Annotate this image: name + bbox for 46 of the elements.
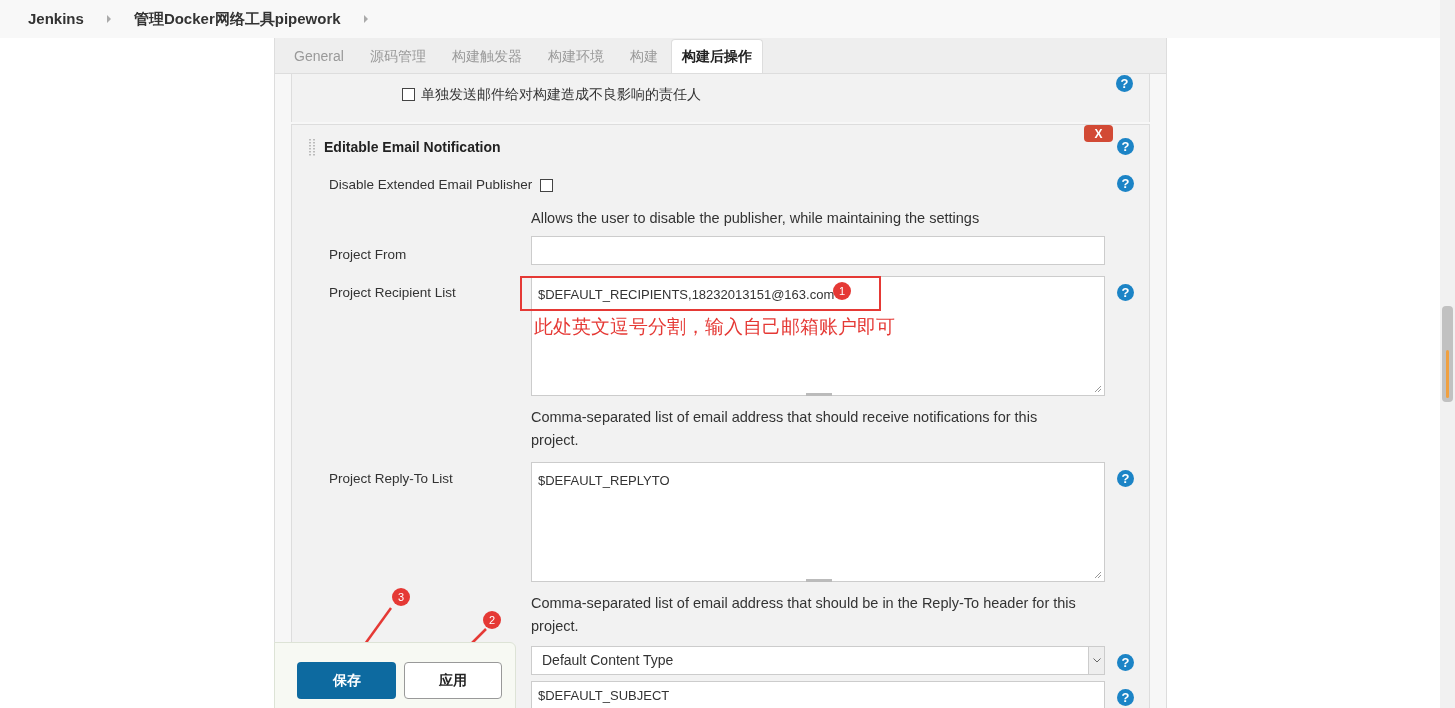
- caret-icon[interactable]: [1088, 647, 1104, 674]
- checkbox[interactable]: [402, 88, 415, 101]
- tab[interactable]: 构建环境: [534, 39, 617, 73]
- help-icon[interactable]: ?: [1116, 75, 1133, 92]
- drag-bar-icon[interactable]: [806, 579, 832, 582]
- field-label: Disable Extended Email Publisher: [329, 176, 533, 194]
- help-icon[interactable]: ?: [1117, 284, 1134, 301]
- text-area[interactable]: $DEFAULT_REPLYTO: [531, 462, 1105, 582]
- field-label: Project Recipient List: [329, 285, 456, 300]
- dropdown-value: Default Content Type: [542, 651, 674, 670]
- scrollbar-thumb[interactable]: [1442, 306, 1453, 402]
- checkbox[interactable]: [540, 178, 554, 192]
- tab[interactable]: 构建触发器: [438, 39, 535, 73]
- field-description: Allows the user to disable the publisher, while maintaining the settings: [531, 209, 981, 228]
- tab[interactable]: 构建: [616, 39, 671, 73]
- delete-button[interactable]: X: [1084, 125, 1113, 142]
- help-icon[interactable]: ?: [1117, 138, 1134, 155]
- section-title: Editable Email Notification: [324, 137, 501, 157]
- tab[interactable]: General: [281, 39, 357, 73]
- chevron-icon: [105, 15, 112, 23]
- resize-grip-icon[interactable]: [1094, 571, 1102, 579]
- dropdown[interactable]: Default Content Type: [531, 646, 1105, 675]
- field-description: Comma-separated list of email address that should receive notifications for this project.: [531, 408, 1039, 450]
- breadcrumb-link[interactable]: Jenkins: [28, 7, 84, 31]
- help-icon[interactable]: ?: [1117, 654, 1134, 671]
- field-value: $DEFAULT_RECIPIENTS,18232013151@163.com: [538, 286, 835, 304]
- field-label: Project From: [329, 247, 407, 262]
- help-icon[interactable]: ?: [1117, 470, 1134, 487]
- breadcrumb-link[interactable]: 管理Docker网络工具pipework: [133, 7, 341, 31]
- resize-grip-icon[interactable]: [1094, 385, 1102, 393]
- save-button[interactable]: 保存: [297, 661, 396, 699]
- checkbox-label: 单独发送邮件给对构建造成不良影响的责任人: [421, 85, 701, 104]
- field-description: Comma-separated list of email address that should be in the Reply-To header for this project.: [531, 594, 1077, 636]
- tab[interactable]: 构建后操作: [670, 39, 763, 73]
- apply-button[interactable]: 应用: [404, 661, 502, 699]
- annotation-note: 此处英文逗号分割，输入自己邮箱账户即可: [534, 315, 895, 339]
- chevron-icon: [362, 15, 369, 23]
- text-input[interactable]: $DEFAULT_SUBJECT: [531, 681, 1105, 708]
- drag-handle-icon[interactable]: [308, 138, 316, 156]
- text-input[interactable]: [531, 236, 1105, 265]
- tab[interactable]: 源码管理: [356, 39, 439, 73]
- field-label: Project Reply-To List: [329, 471, 453, 486]
- drag-bar-icon[interactable]: [806, 393, 832, 396]
- field-value: $DEFAULT_REPLYTO: [538, 472, 670, 490]
- help-icon[interactable]: ?: [1117, 689, 1134, 706]
- help-icon[interactable]: ?: [1117, 175, 1134, 192]
